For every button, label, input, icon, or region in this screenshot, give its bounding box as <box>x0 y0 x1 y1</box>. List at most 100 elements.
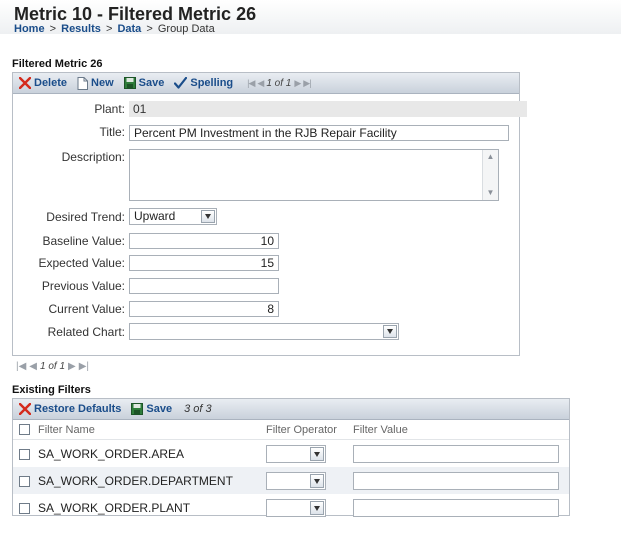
breadcrumb-separator: > <box>146 23 153 35</box>
column-header-filter-name[interactable]: Filter Name <box>37 420 265 440</box>
prev-page-icon[interactable]: ◀ <box>29 361 37 372</box>
expected-input[interactable]: 15 <box>129 255 279 271</box>
dropdown-arrow-icon[interactable] <box>310 473 324 488</box>
first-page-icon[interactable]: |◀ <box>247 78 255 89</box>
save-disk-icon <box>131 403 144 415</box>
row-checkbox-cell <box>13 467 37 494</box>
select-all-cell <box>13 420 37 440</box>
filter-value-input[interactable] <box>353 498 559 517</box>
related-chart-select[interactable] <box>129 323 399 340</box>
filter-operator-cell <box>265 494 352 521</box>
spelling-button[interactable]: Spelling <box>174 77 233 89</box>
description-scrollbar[interactable]: ▲ ▼ <box>482 150 498 200</box>
breadcrumb: Home > Results > Data > Group Data <box>14 23 215 35</box>
filter-name-cell: SA_WORK_ORDER.DEPARTMENT <box>37 467 265 494</box>
filters-save-button[interactable]: Save <box>131 403 172 415</box>
current-label: Current Value: <box>48 302 125 316</box>
scroll-down-icon[interactable]: ▼ <box>483 186 498 200</box>
row-checkbox-cell <box>13 494 37 521</box>
table-row: SA_WORK_ORDER.AREA <box>13 440 569 468</box>
filter-operator-cell <box>265 440 352 468</box>
filter-name-cell: SA_WORK_ORDER.AREA <box>38 446 185 461</box>
column-header-filter-operator[interactable]: Filter Operator <box>265 420 352 440</box>
new-button[interactable]: New <box>77 76 114 90</box>
title-label: Title: <box>99 125 125 139</box>
filter-value-cell <box>352 467 569 494</box>
trend-label: Desired Trend: <box>46 210 125 224</box>
dropdown-arrow-icon[interactable] <box>310 500 324 515</box>
last-page-icon[interactable]: ▶| <box>79 361 89 372</box>
new-page-icon <box>77 76 89 90</box>
description-label: Description: <box>61 150 125 164</box>
delete-x-icon <box>19 403 31 415</box>
delete-button-label: Delete <box>34 77 68 89</box>
dropdown-arrow-icon[interactable] <box>310 446 324 461</box>
description-textarea[interactable]: ▲ ▼ <box>129 149 499 201</box>
row-checkbox[interactable] <box>19 448 30 460</box>
plant-label: Plant: <box>94 102 125 116</box>
form-section-title: Filtered Metric 26 <box>12 58 103 70</box>
metric-form-panel: Delete New Save Spelling |◀ ◀ 1 of 1 ▶ ▶… <box>12 72 527 356</box>
prev-page-icon[interactable]: ◀ <box>257 78 264 89</box>
title-input[interactable]: Percent PM Investment in the RJB Repair … <box>129 125 509 141</box>
current-input[interactable]: 8 <box>129 301 279 317</box>
filter-operator-select[interactable] <box>266 444 326 463</box>
filters-count: 3 of 3 <box>184 403 212 415</box>
row-checkbox[interactable] <box>19 502 30 514</box>
filters-header-row: Filter Name Filter Operator Filter Value <box>13 420 569 440</box>
filters-section-title: Existing Filters <box>12 384 91 396</box>
delete-x-icon <box>19 77 31 89</box>
first-page-icon[interactable]: |◀ <box>16 361 26 372</box>
table-row: SA_WORK_ORDER.DEPARTMENT <box>13 467 569 494</box>
next-page-icon[interactable]: ▶ <box>68 361 76 372</box>
bottom-pager-text: 1 of 1 <box>40 361 66 372</box>
page-header: Metric 10 - Filtered Metric 26 Home > Re… <box>0 0 621 35</box>
trend-select[interactable]: Upward <box>129 208 217 225</box>
last-page-icon[interactable]: ▶| <box>303 78 311 89</box>
filter-value-input[interactable] <box>353 444 559 463</box>
baseline-input[interactable]: 10 <box>129 233 279 249</box>
breadcrumb-current: Group Data <box>157 23 215 35</box>
breadcrumb-data-link[interactable]: Data <box>117 23 141 35</box>
filter-value-input[interactable] <box>353 471 559 490</box>
breadcrumb-separator: > <box>49 23 57 35</box>
filters-panel: Restore Defaults Save 3 of 3 Filter Name… <box>12 398 570 517</box>
row-checkbox[interactable] <box>19 475 30 487</box>
filter-value-cell <box>352 494 569 521</box>
filters-table: Filter Name Filter Operator Filter Value… <box>13 420 569 521</box>
save-disk-icon <box>123 77 136 89</box>
previous-label: Previous Value: <box>41 279 125 293</box>
spelling-button-label: Spelling <box>190 77 234 89</box>
breadcrumb-home-link[interactable]: Home <box>14 23 45 35</box>
select-all-checkbox[interactable] <box>19 424 30 436</box>
dropdown-arrow-icon[interactable] <box>383 325 397 338</box>
chart-label: Related Chart: <box>47 325 125 339</box>
save-button-label: Save <box>138 77 165 89</box>
form-pager: |◀ ◀ 1 of 1 ▶ ▶| <box>247 77 311 89</box>
breadcrumb-results-link[interactable]: Results <box>61 23 101 35</box>
form-toolbar: Delete New Save Spelling |◀ ◀ 1 of 1 ▶ ▶… <box>13 73 519 94</box>
delete-button[interactable]: Delete <box>19 77 67 89</box>
save-button[interactable]: Save <box>123 77 165 89</box>
filters-toolbar: Restore Defaults Save 3 of 3 <box>13 399 569 420</box>
expected-label: Expected Value: <box>38 256 125 270</box>
row-checkbox-cell <box>13 440 37 468</box>
previous-input[interactable] <box>129 278 279 294</box>
scroll-up-icon[interactable]: ▲ <box>483 150 498 164</box>
plant-value: 01 <box>129 101 527 117</box>
filter-operator-select[interactable] <box>266 498 326 517</box>
filter-name-cell: SA_WORK_ORDER.PLANT <box>38 500 191 515</box>
pager-text: 1 of 1 <box>266 77 292 89</box>
next-page-icon[interactable]: ▶ <box>294 78 301 89</box>
trend-select-value: Upward <box>134 209 176 223</box>
table-row: SA_WORK_ORDER.PLANT <box>13 494 569 521</box>
column-header-filter-value[interactable]: Filter Value <box>352 420 569 440</box>
filter-value-cell <box>352 440 569 468</box>
baseline-label: Baseline Value: <box>42 234 126 248</box>
restore-defaults-button[interactable]: Restore Defaults <box>19 403 121 415</box>
bottom-pager: |◀ ◀ 1 of 1 ▶ ▶| <box>16 361 89 372</box>
filter-operator-select[interactable] <box>266 471 326 490</box>
dropdown-arrow-icon[interactable] <box>201 210 215 223</box>
restore-defaults-label: Restore Defaults <box>34 403 122 415</box>
breadcrumb-separator: > <box>105 23 113 35</box>
